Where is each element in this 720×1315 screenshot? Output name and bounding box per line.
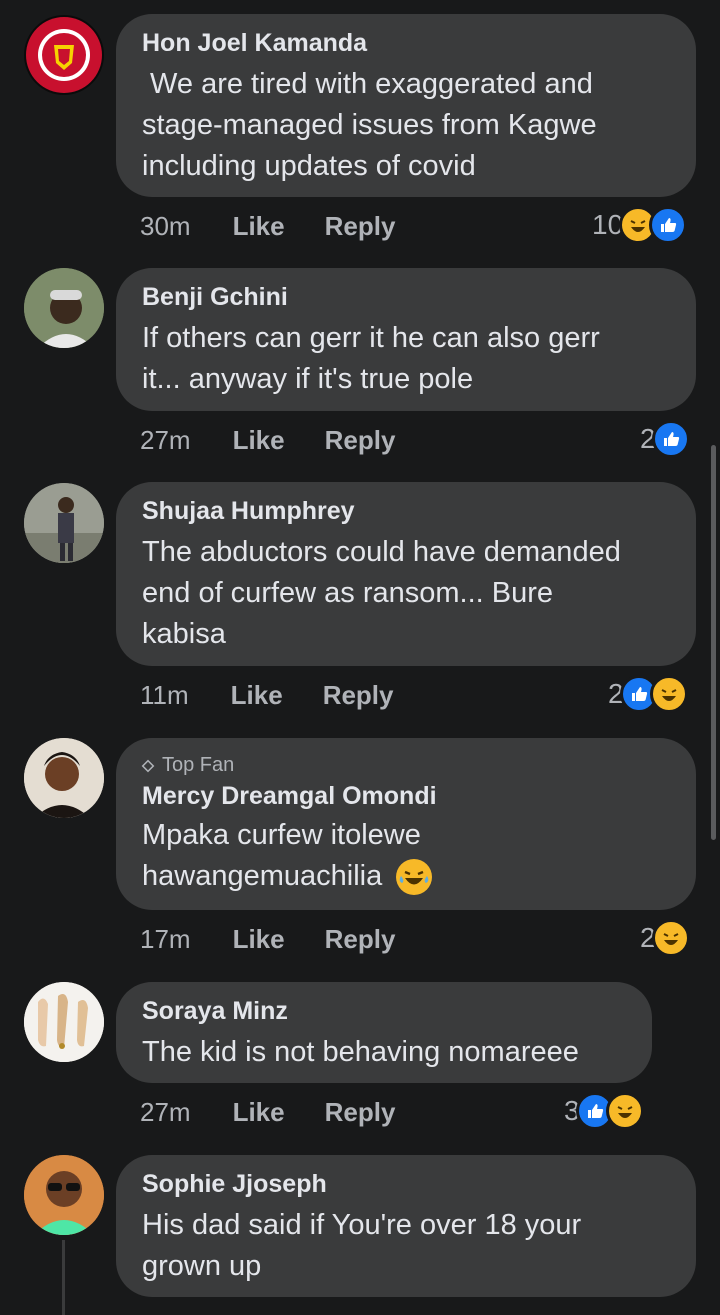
comment-text: The abductors could have demanded end of… (142, 532, 670, 655)
reaction-summary[interactable]: 3 (564, 1092, 644, 1130)
commenter-name[interactable]: Soraya Minz (142, 996, 626, 1026)
reply-button[interactable]: Reply (325, 1097, 396, 1128)
avatar[interactable] (24, 268, 104, 348)
haha-icon (651, 919, 690, 957)
comment-line: The kid is not behaving nomareee (142, 1036, 579, 1068)
comment-actions: 11m Like Reply (140, 680, 394, 711)
comment-line: His dad said if You're over 18 your (142, 1209, 582, 1241)
like-button[interactable]: Like (233, 924, 285, 955)
diamond-icon (141, 759, 155, 772)
avatar[interactable] (24, 738, 104, 818)
comment-actions: 30m Like Reply (140, 211, 395, 242)
comment-line: including updates of covid (142, 150, 476, 182)
like-icon (649, 206, 688, 244)
comment-bubble: Soraya Minz The kid is not behaving noma… (116, 982, 652, 1083)
comment-line-text: hawangemuachilia (142, 860, 383, 892)
comment-bubble: Sophie Jjoseph His dad said if You're ov… (116, 1155, 696, 1297)
person-photo-icon (24, 483, 104, 563)
laughing-tears-emoji-icon (396, 859, 433, 896)
thread-line (62, 1240, 65, 1315)
comment-line: it... anyway if it's true pole (142, 363, 474, 395)
comment-text: We are tired with exaggerated and stage-… (142, 64, 670, 187)
badge-label: Top Fan (162, 754, 235, 776)
shoes-photo-icon (24, 982, 104, 1062)
reaction-summary[interactable]: 2 (608, 675, 688, 713)
reply-button[interactable]: Reply (325, 425, 396, 456)
reply-button[interactable]: Reply (323, 680, 394, 711)
person-photo-icon (24, 268, 104, 348)
reaction-summary[interactable]: 2 (640, 919, 690, 957)
haha-icon (649, 675, 688, 713)
avatar[interactable] (24, 1155, 104, 1235)
comment-bubble: Benji Gchini If others can gerr it he ca… (116, 268, 696, 411)
comment-text: Mpaka curfew itolewe hawangemuachilia (142, 815, 670, 897)
comment-text: The kid is not behaving nomareee (142, 1032, 626, 1073)
avatar[interactable] (24, 15, 104, 95)
comment-line: kabisa (142, 618, 226, 650)
commenter-name[interactable]: Hon Joel Kamanda (142, 28, 670, 58)
comment-line: If others can gerr it he can also gerr (142, 322, 600, 354)
commenter-name[interactable]: Mercy Dreamgal Omondi (142, 781, 670, 811)
like-icon (651, 420, 690, 458)
commenter-name[interactable]: Benji Gchini (142, 282, 670, 312)
comment-line: hawangemuachilia (142, 856, 670, 897)
commenter-name[interactable]: Sophie Jjoseph (142, 1169, 670, 1199)
haha-icon (605, 1092, 644, 1130)
comment-text: His dad said if You're over 18 your grow… (142, 1205, 670, 1287)
comment-line: We are tired with exaggerated and (142, 68, 593, 100)
comment-actions: 27m Like Reply (140, 425, 395, 456)
timestamp[interactable]: 27m (140, 425, 191, 456)
reply-button[interactable]: Reply (325, 211, 396, 242)
commenter-name[interactable]: Shujaa Humphrey (142, 496, 670, 526)
avatar[interactable] (24, 483, 104, 563)
comment-bubble: Top Fan Mercy Dreamgal Omondi Mpaka curf… (116, 738, 696, 910)
like-button[interactable]: Like (231, 680, 283, 711)
like-button[interactable]: Like (233, 211, 285, 242)
reply-button[interactable]: Reply (325, 924, 396, 955)
comment-line: Mpaka curfew itolewe (142, 819, 421, 851)
reaction-summary[interactable]: 2 (640, 420, 690, 458)
reaction-summary[interactable]: 10 (592, 206, 688, 244)
timestamp[interactable]: 27m (140, 1097, 191, 1128)
comment-bubble: Hon Joel Kamanda We are tired with exagg… (116, 14, 696, 197)
like-button[interactable]: Like (233, 1097, 285, 1128)
comment-line: The abductors could have demanded (142, 536, 621, 568)
timestamp[interactable]: 17m (140, 924, 191, 955)
like-button[interactable]: Like (233, 425, 285, 456)
comment-bubble: Shujaa Humphrey The abductors could have… (116, 482, 696, 666)
comment-actions: 27m Like Reply (140, 1097, 395, 1128)
person-photo-icon (24, 738, 104, 818)
comment-actions: 17m Like Reply (140, 924, 395, 955)
top-fan-badge: Top Fan (141, 754, 670, 777)
avatar[interactable] (24, 982, 104, 1062)
comment-line: stage-managed issues from Kagwe (142, 109, 597, 141)
comment-line: grown up (142, 1250, 262, 1282)
comment-line: end of curfew as ransom... Bure (142, 577, 554, 609)
timestamp[interactable]: 30m (140, 211, 191, 242)
comment-text: If others can gerr it he can also gerr i… (142, 318, 670, 400)
scrollbar[interactable] (711, 445, 716, 840)
manchester-united-crest-icon (26, 17, 102, 93)
person-photo-icon (24, 1155, 104, 1235)
timestamp[interactable]: 11m (140, 680, 189, 711)
